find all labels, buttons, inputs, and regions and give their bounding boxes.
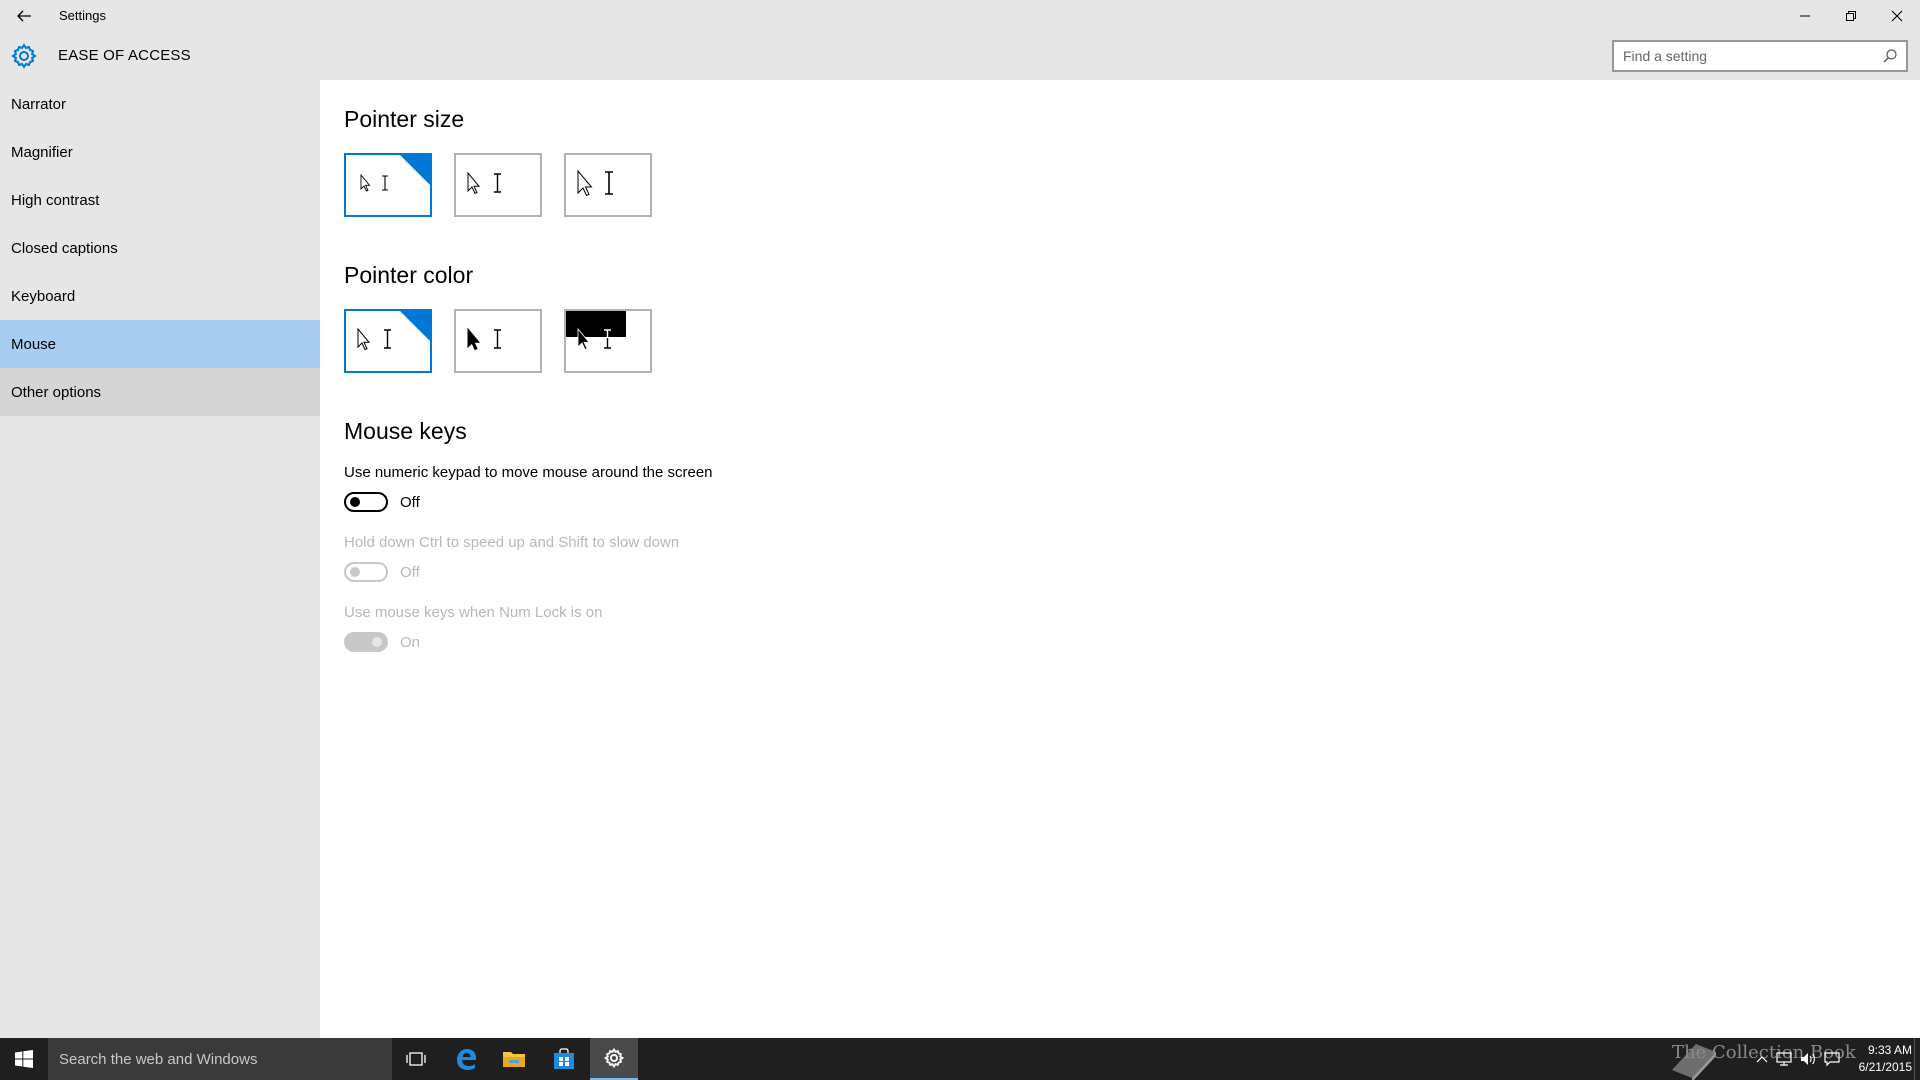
ctrl-shift-speed-state: Off [400,564,420,581]
network-icon [1776,1052,1792,1066]
taskbar-search-placeholder: Search the web and Windows [59,1050,258,1068]
check-icon [346,311,360,323]
sidebar-item-label: Magnifier [11,143,73,161]
numeric-keypad-toggle[interactable] [344,492,388,512]
store-icon [554,1048,574,1069]
sidebar-item-high-contrast[interactable]: High contrast [0,176,320,224]
mouse-keys-heading: Mouse keys [344,418,467,444]
num-lock-state: On [400,634,421,651]
sidebar-item-closed-captions[interactable]: Closed captions [0,224,320,272]
file-explorer-icon [503,1052,525,1067]
ctrl-shift-speed-toggle [344,562,388,582]
show-desktop-button[interactable] [1914,1038,1920,1080]
start-button[interactable] [0,1038,48,1080]
pointer-color-black-option[interactable] [454,309,542,373]
mouse-settings-panel: Pointer size Pointer color Mouse keys Us… [320,80,1920,1038]
settings-header: EASE OF ACCESS [0,32,1920,80]
sidebar-item-magnifier[interactable]: Magnifier [0,128,320,176]
title-bar: Settings [0,0,1920,32]
task-view-icon [406,1052,426,1066]
pointer-color-heading: Pointer color [344,262,474,288]
selected-check-corner [400,155,430,185]
store-button[interactable] [540,1038,588,1080]
network-button[interactable] [1772,1038,1796,1080]
selected-check-corner [400,311,430,341]
search-icon[interactable] [1882,48,1898,64]
pointer-size-small-option[interactable] [344,153,432,217]
window-title: Settings [59,8,106,23]
num-lock-label: Use mouse keys when Num Lock is on [344,604,603,621]
search-input[interactable] [1614,42,1864,70]
pointer-size-large-option[interactable] [564,153,652,217]
minimize-icon [1800,15,1810,17]
clock-time: 9:33 AM [1867,1043,1912,1057]
settings-gear-icon [604,1048,624,1068]
num-lock-toggle [344,632,388,652]
taskbar: Search the web and Windows The Collectio… [0,1038,1920,1080]
find-setting-search[interactable] [1612,40,1908,72]
large-pointer-icon [577,169,613,197]
windows-start-icon [15,1050,33,1068]
toggle-knob [372,637,382,647]
notifications-button[interactable] [1820,1038,1844,1080]
black-pointer-icon [467,327,501,351]
taskbar-search-box[interactable]: Search the web and Windows [48,1038,392,1080]
section-title: EASE OF ACCESS [58,47,191,64]
pointer-size-medium-option[interactable] [454,153,542,217]
sidebar-item-other-options[interactable]: Other options [0,368,320,416]
restore-icon [1846,11,1856,21]
clock[interactable]: 9:33 AM 6/21/2015 [1842,1042,1912,1076]
task-view-button[interactable] [392,1038,440,1080]
sidebar-item-mouse[interactable]: Mouse [0,320,320,368]
pointer-color-white-option[interactable] [344,309,432,373]
sidebar-item-label: Closed captions [11,239,118,257]
pointer-size-heading: Pointer size [344,106,465,132]
close-icon [1891,10,1903,22]
sidebar-item-label: Other options [11,383,102,401]
sidebar-item-keyboard[interactable]: Keyboard [0,272,320,320]
minimize-button[interactable] [1782,0,1828,32]
toggle-knob [350,567,360,577]
ctrl-shift-speed-label: Hold down Ctrl to speed up and Shift to … [344,534,680,551]
edge-browser-button[interactable] [442,1038,490,1080]
gear-icon [11,43,37,69]
settings-taskbar-button[interactable] [590,1038,638,1080]
check-icon [346,155,360,167]
inverted-pointer-icon [566,311,626,351]
sidebar-item-label: Keyboard [11,287,76,305]
toggle-knob [350,497,360,507]
numeric-keypad-label: Use numeric keypad to move mouse around … [344,464,713,481]
medium-pointer-icon [467,171,501,195]
sidebar-item-label: High contrast [11,191,100,209]
show-hidden-icons-button[interactable] [1752,1038,1772,1080]
message-icon [1824,1052,1840,1067]
edge-browser-icon [457,1049,476,1070]
file-explorer-button[interactable] [490,1038,538,1080]
restore-button[interactable] [1828,0,1874,32]
sidebar-nav: Narrator Magnifier High contrast Closed … [0,80,320,1038]
volume-button[interactable] [1796,1038,1820,1080]
pointer-color-inverted-option[interactable] [564,309,652,373]
close-button[interactable] [1874,0,1920,32]
clock-date: 6/21/2015 [1858,1060,1912,1074]
sidebar-item-label: Mouse [11,335,57,353]
volume-icon [1801,1053,1815,1065]
back-button[interactable] [0,0,48,32]
sidebar-item-narrator[interactable]: Narrator [0,80,320,128]
chevron-up-icon [1756,1056,1768,1063]
numeric-keypad-state: Off [400,494,420,511]
back-arrow-icon [17,10,31,22]
sidebar-item-label: Narrator [11,95,67,113]
